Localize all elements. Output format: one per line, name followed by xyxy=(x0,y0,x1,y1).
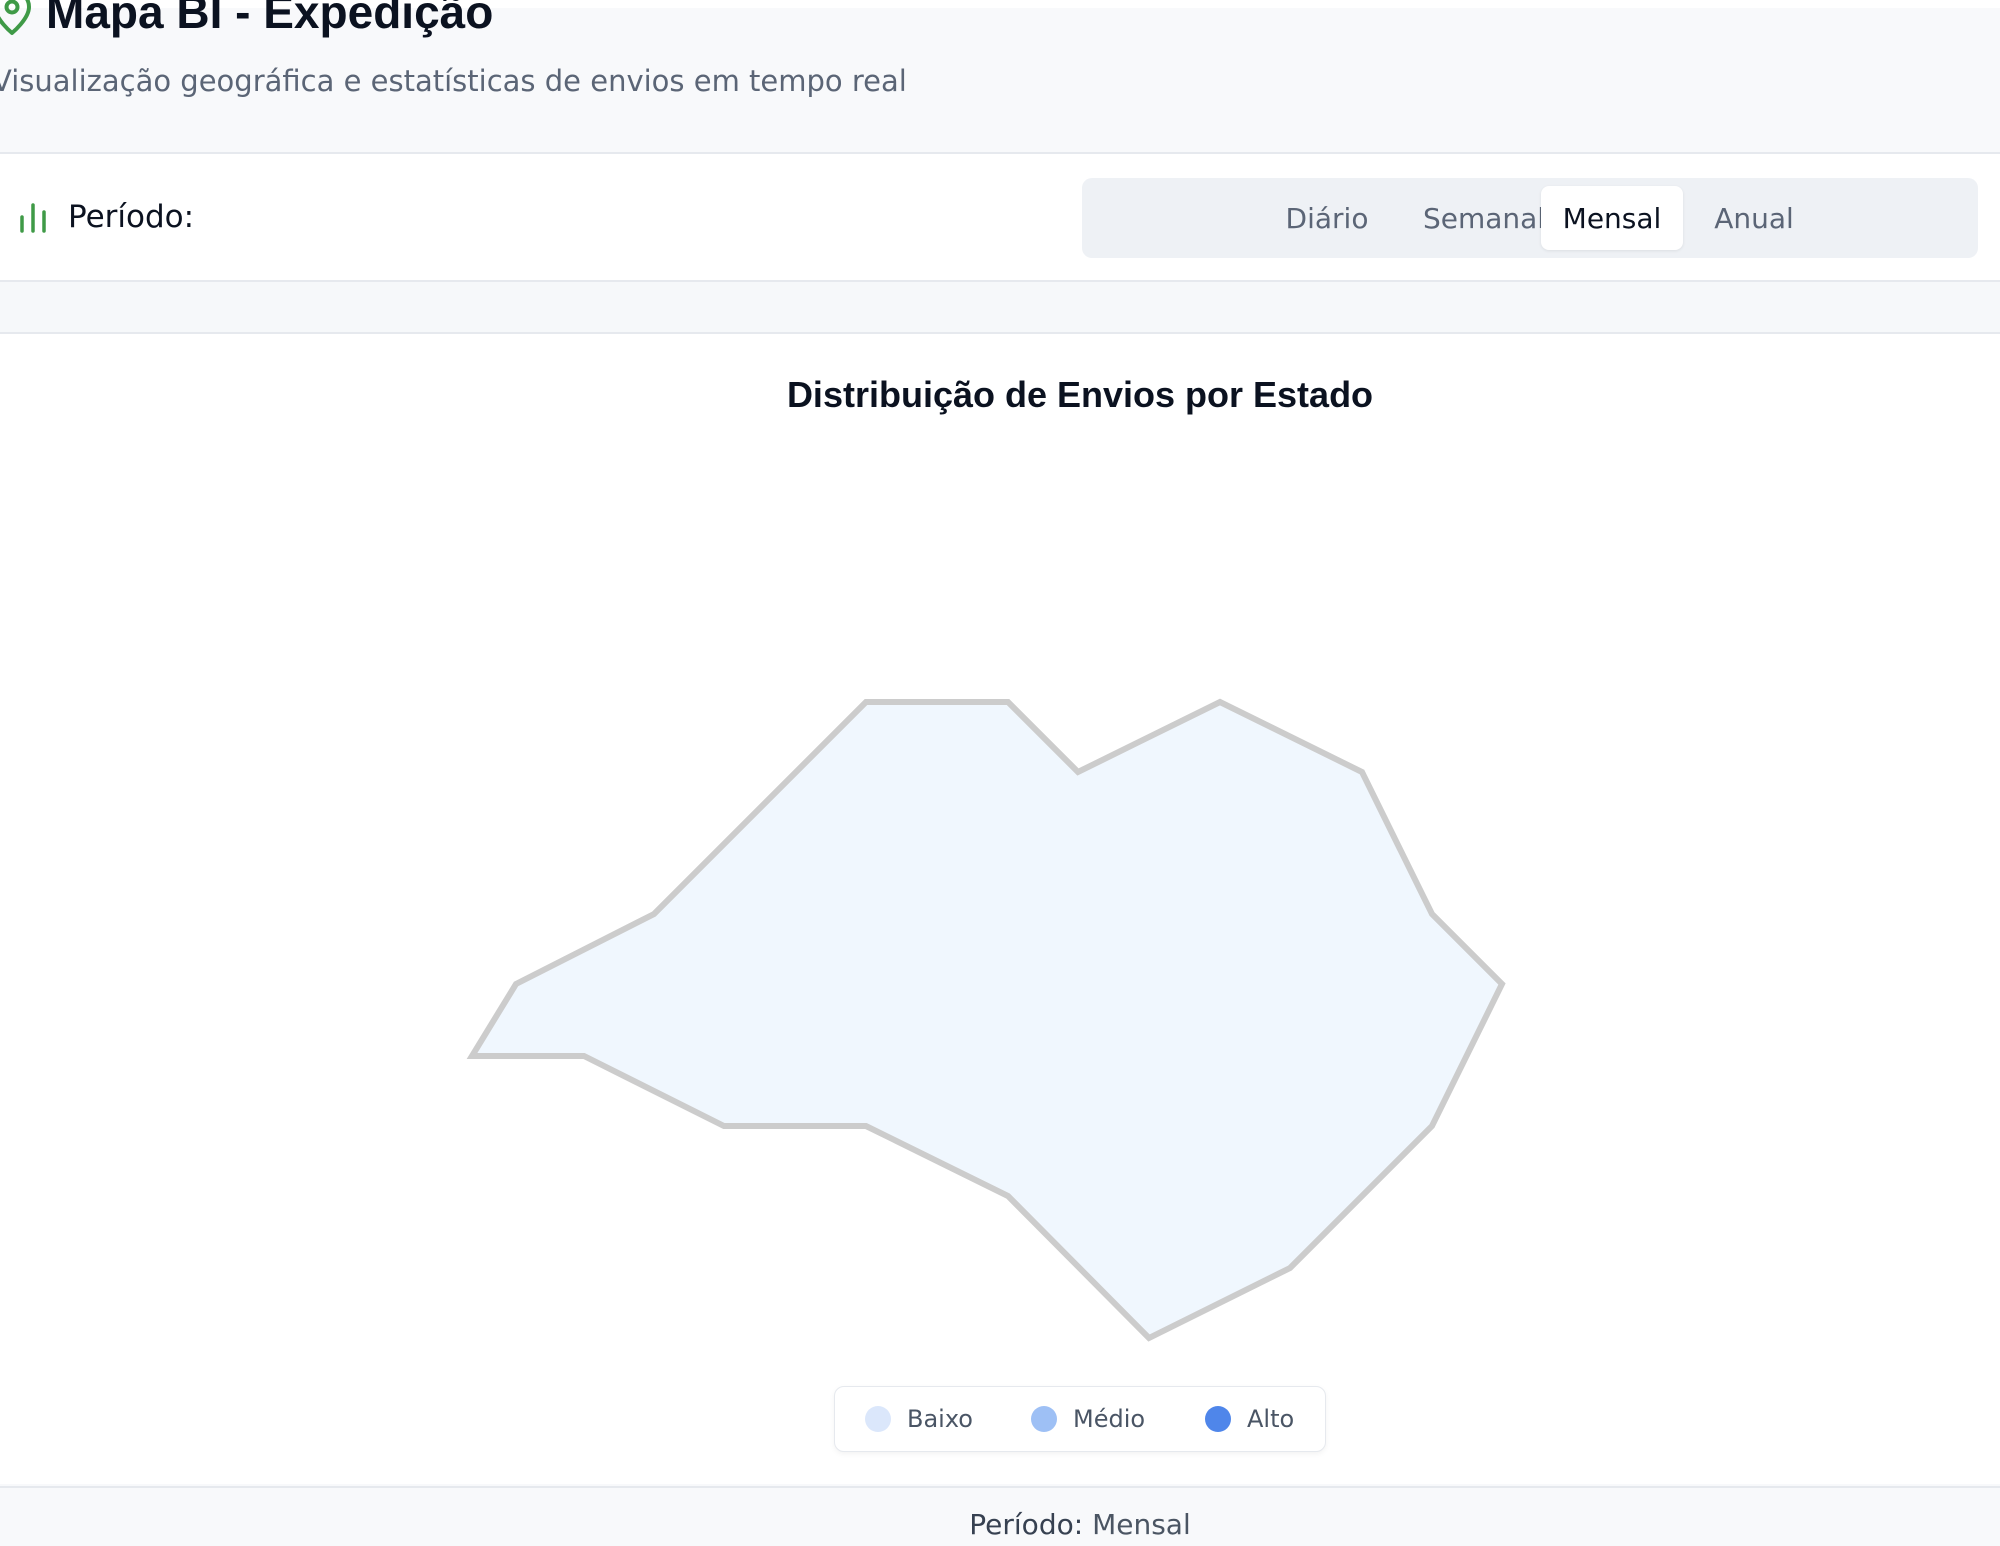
period-option-mensal[interactable]: Mensal xyxy=(1541,186,1683,250)
legend-swatch-alto xyxy=(1205,1406,1231,1432)
period-label: Período: xyxy=(68,199,195,235)
page-header: Mapa BI - Expedição Visualização geográf… xyxy=(0,0,2000,154)
map-card: Distribuição de Envios por Estado Baixo … xyxy=(0,334,2000,1484)
legend-item-baixo: Baixo xyxy=(865,1387,973,1451)
page-title: Mapa BI - Expedição xyxy=(46,0,494,38)
section-divider xyxy=(0,282,2000,334)
legend-item-medio: Médio xyxy=(1031,1387,1145,1451)
map-legend: Baixo Médio Alto xyxy=(834,1386,1326,1452)
map-canvas xyxy=(466,698,1506,1342)
period-bar: Período: Diário Semanal Mensal Anual xyxy=(0,154,2000,282)
period-option-anual[interactable]: Anual xyxy=(1692,186,1816,250)
legend-swatch-baixo xyxy=(865,1406,891,1432)
bar-chart-icon xyxy=(18,201,48,233)
map-pin-icon xyxy=(0,0,32,36)
page-subtitle: Visualização geográfica e estatísticas d… xyxy=(0,64,907,98)
period-label-group: Período: xyxy=(18,154,194,280)
title-row: Mapa BI - Expedição xyxy=(0,0,493,42)
footer-period-label: Período: xyxy=(969,1508,1084,1541)
legend-label-baixo: Baixo xyxy=(907,1405,973,1433)
footer-period: Período: Mensal xyxy=(0,1508,2000,1541)
legend-label-medio: Médio xyxy=(1073,1405,1146,1433)
period-segmented-control: Diário Semanal Mensal Anual xyxy=(1082,178,1978,258)
legend-swatch-medio xyxy=(1031,1406,1057,1432)
page-footer: Período: Mensal xyxy=(0,1486,2000,1546)
legend-label-alto: Alto xyxy=(1247,1405,1295,1433)
period-option-diario[interactable]: Diário xyxy=(1262,186,1392,250)
footer-period-value: Mensal xyxy=(1092,1508,1191,1541)
state-region[interactable] xyxy=(466,698,1506,1342)
legend-item-alto: Alto xyxy=(1205,1387,1294,1451)
